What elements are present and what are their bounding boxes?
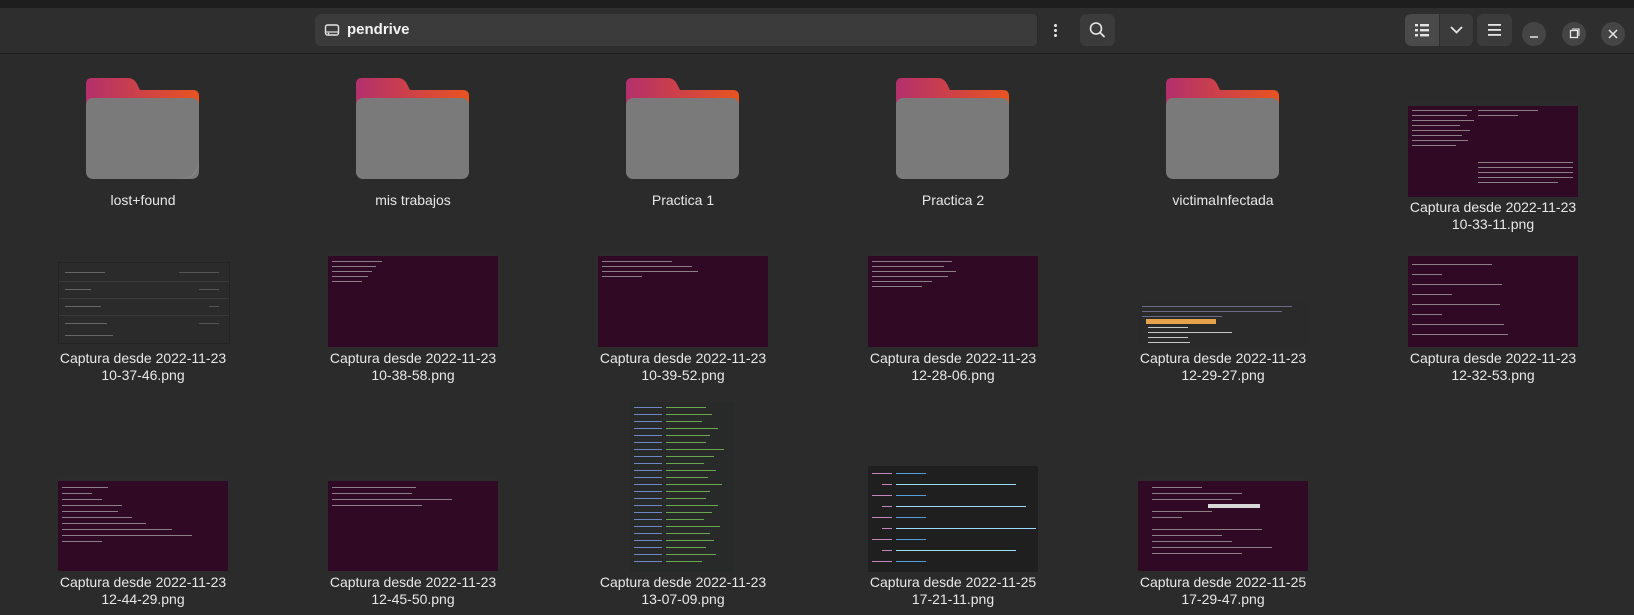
file-name-line2: 12-28-06.png: [911, 367, 995, 383]
vertical-dots-icon[interactable]: [1039, 14, 1072, 46]
file-name-line2: 12-44-29.png: [101, 591, 185, 607]
file-name-line2: 12-29-27.png: [1181, 367, 1265, 383]
minimize-icon: [1530, 36, 1538, 38]
file-name: Captura desde 2022-11-23 12-28-06.png: [863, 350, 1043, 384]
file-name: Captura desde 2022-11-23 10-33-11.png: [1403, 199, 1583, 233]
file-name-line2: 10-33-11.png: [1451, 216, 1535, 232]
folder-name: Practica 2: [921, 192, 985, 208]
window-top-edge: [0, 0, 1634, 8]
file-name-line1: Captura desde 2022-11-25: [869, 574, 1037, 590]
file-name-line1: Captura desde 2022-11-23: [59, 350, 227, 366]
list-view-button[interactable]: [1405, 14, 1439, 46]
file-name-line2: 10-39-52.png: [641, 367, 725, 383]
location-label: pendrive: [347, 21, 410, 38]
folder-name: mis trabajos: [375, 192, 451, 208]
folder-name: Practica 1: [651, 192, 715, 208]
file-name: Captura desde 2022-11-23 12-32-53.png: [1403, 350, 1583, 384]
file-name-line2: 17-21-11.png: [911, 591, 995, 607]
file-name-line1: Captura desde 2022-11-23: [59, 574, 227, 590]
file-name-line1: Captura desde 2022-11-23: [1139, 350, 1307, 366]
minimize-button[interactable]: [1522, 22, 1546, 46]
image-thumbnail: [868, 252, 1038, 347]
file-name-line1: Captura desde 2022-11-23: [599, 350, 767, 366]
file-name-line2: 12-32-53.png: [1451, 367, 1535, 383]
list-view-icon: [1415, 24, 1429, 37]
location-bar[interactable]: pendrive: [315, 14, 1038, 46]
image-thumbnail: [328, 477, 498, 571]
main-menu-button[interactable]: [1477, 14, 1512, 46]
maximize-icon: [1569, 28, 1580, 39]
image-thumbnail: [1408, 102, 1578, 197]
file-name-line1: Captura desde 2022-11-23: [329, 350, 497, 366]
drive-icon: [324, 24, 340, 36]
folder-icon: [356, 78, 469, 179]
location-divider: [1037, 14, 1038, 46]
image-thumbnail: [328, 252, 498, 347]
folder-name: lost+found: [110, 192, 176, 208]
image-thumbnail: [58, 262, 230, 344]
close-icon: [1608, 29, 1618, 39]
file-name: Captura desde 2022-11-25 17-21-11.png: [863, 574, 1043, 608]
image-thumbnail: [1408, 252, 1578, 347]
image-thumbnail: [598, 252, 768, 347]
file-name: Captura desde 2022-11-23 10-38-58.png: [323, 350, 503, 384]
file-name: Captura desde 2022-11-23 13-07-09.png: [593, 574, 773, 608]
image-thumbnail: [868, 466, 1038, 572]
image-thumbnail: [1138, 477, 1308, 571]
hamburger-menu-icon: [1488, 24, 1501, 36]
file-name-line1: Captura desde 2022-11-23: [869, 350, 1037, 366]
file-name-line2: 10-38-58.png: [371, 367, 455, 383]
image-thumbnail: [58, 477, 228, 571]
image-thumbnail: [1138, 302, 1308, 346]
file-name-line1: Captura desde 2022-11-23: [329, 574, 497, 590]
file-name-line2: 10-37-46.png: [101, 367, 185, 383]
close-button[interactable]: [1601, 22, 1625, 46]
folder-icon: [86, 78, 199, 179]
file-name: Captura desde 2022-11-23 12-44-29.png: [53, 574, 233, 608]
file-name-line1: Captura desde 2022-11-23: [1409, 199, 1577, 215]
file-name-line1: Captura desde 2022-11-25: [1139, 574, 1307, 590]
folder-icon: [626, 78, 739, 179]
image-thumbnail: [630, 402, 734, 572]
file-name: Captura desde 2022-11-23 10-39-52.png: [593, 350, 773, 384]
file-name: Captura desde 2022-11-23 10-37-46.png: [53, 350, 233, 384]
file-name-line2: 12-45-50.png: [371, 591, 455, 607]
search-icon: [1089, 22, 1105, 38]
header-bar: pendrive: [0, 8, 1634, 54]
folder-name: victimaInfectada: [1172, 192, 1274, 208]
folder-icon: [1166, 78, 1279, 179]
file-name-line1: Captura desde 2022-11-23: [599, 574, 767, 590]
file-name: Captura desde 2022-11-23 12-29-27.png: [1133, 350, 1313, 384]
file-name-line2: 13-07-09.png: [641, 591, 725, 607]
file-name: Captura desde 2022-11-25 17-29-47.png: [1133, 574, 1313, 608]
chevron-down-icon: [1450, 26, 1463, 34]
view-options-button[interactable]: [1440, 14, 1473, 46]
folder-icon: [896, 78, 1009, 179]
search-button[interactable]: [1080, 14, 1115, 46]
file-name-line1: Captura desde 2022-11-23: [1409, 350, 1577, 366]
file-name-line2: 17-29-47.png: [1181, 591, 1265, 607]
file-name: Captura desde 2022-11-23 12-45-50.png: [323, 574, 503, 608]
maximize-button[interactable]: [1562, 22, 1586, 46]
